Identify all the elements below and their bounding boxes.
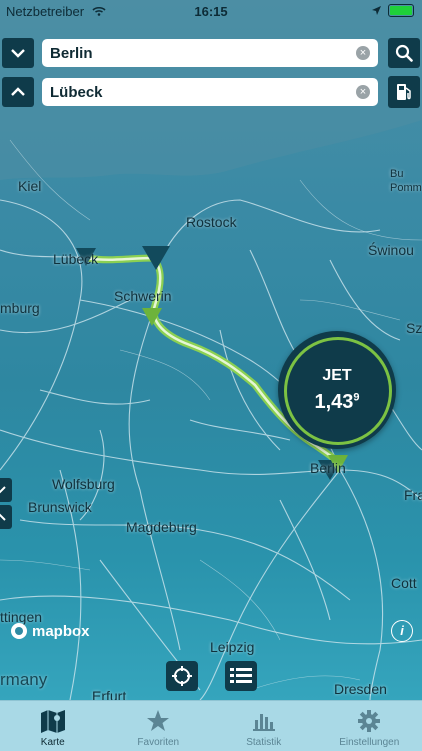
map-label: Fra [404,487,422,503]
destination-field[interactable]: Lübeck × [42,78,378,106]
tab-favoriten[interactable]: Favoriten [106,701,212,751]
battery-icon [388,4,414,17]
chevron-up-icon [0,513,6,521]
map-label: mburg [0,300,40,316]
fuel-pump-icon [395,82,413,102]
side-chevron-down-button[interactable] [0,478,12,502]
map-label: Erfurt [92,688,126,700]
tab-bar: Karte Favoriten Statistik Einstellungen [0,700,422,751]
tab-karte[interactable]: Karte [0,701,106,751]
bar-chart-icon [252,710,276,732]
destination-value: Lübeck [50,84,356,101]
tab-label: Favoriten [137,737,179,748]
mapbox-attribution[interactable]: mapbox [10,622,90,640]
origin-value: Berlin [50,45,356,62]
fuel-type: JET [278,367,396,385]
origin-field[interactable]: Berlin × [42,39,378,67]
map-label: Dresden [334,681,387,697]
location-arrow-icon [371,5,382,16]
map-label: Cott [391,575,417,591]
map-label: Świnou [368,242,414,258]
star-icon [146,709,170,733]
tab-einstellungen[interactable]: Einstellungen [317,701,422,751]
tab-label: Karte [41,737,65,748]
map-icon [40,709,66,733]
map-label: Lübeck [53,251,98,267]
tab-label: Statistik [246,737,281,748]
chevron-up-icon [10,87,26,97]
chevron-down-icon [0,486,6,494]
map-label: Berlin [310,460,346,476]
crosshair-icon [171,665,193,687]
map-label: Sz [406,320,422,336]
price-bubble[interactable]: JET 1,439 [278,331,396,449]
map-label: Bu [390,168,403,180]
locate-button[interactable] [166,661,198,691]
map-label: Magdeburg [126,519,197,535]
map-label: Rostock [186,214,237,230]
wifi-icon [92,6,106,16]
tab-statistik[interactable]: Statistik [211,701,317,751]
mapbox-logo-icon [10,622,28,640]
info-button[interactable]: i [391,620,413,642]
clock: 16:15 [0,4,422,19]
collapse-button[interactable] [2,38,34,68]
list-icon [230,667,252,685]
map-label: Leipzig [210,639,254,655]
map-label: Wolfsburg [52,476,115,492]
expand-button[interactable] [2,77,34,107]
clear-origin-icon[interactable]: × [356,46,370,60]
fuel-price: 1,439 [278,391,396,414]
tab-label: Einstellungen [339,737,399,748]
map-label: Kiel [18,178,41,194]
map-label: rmany [0,670,47,690]
search-button[interactable] [388,38,420,68]
map-label: Pomm [390,182,422,194]
search-icon [395,44,413,62]
chevron-down-icon [10,48,26,58]
gear-icon [357,709,381,733]
list-view-button[interactable] [225,661,257,691]
side-chevron-up-button[interactable] [0,505,12,529]
clear-destination-icon[interactable]: × [356,85,370,99]
map-label: Schwerin [114,288,172,304]
fuel-station-button[interactable] [388,76,420,108]
map-label: Brunswick [28,499,92,515]
status-bar: Netzbetreiber 16:15 [0,0,422,22]
